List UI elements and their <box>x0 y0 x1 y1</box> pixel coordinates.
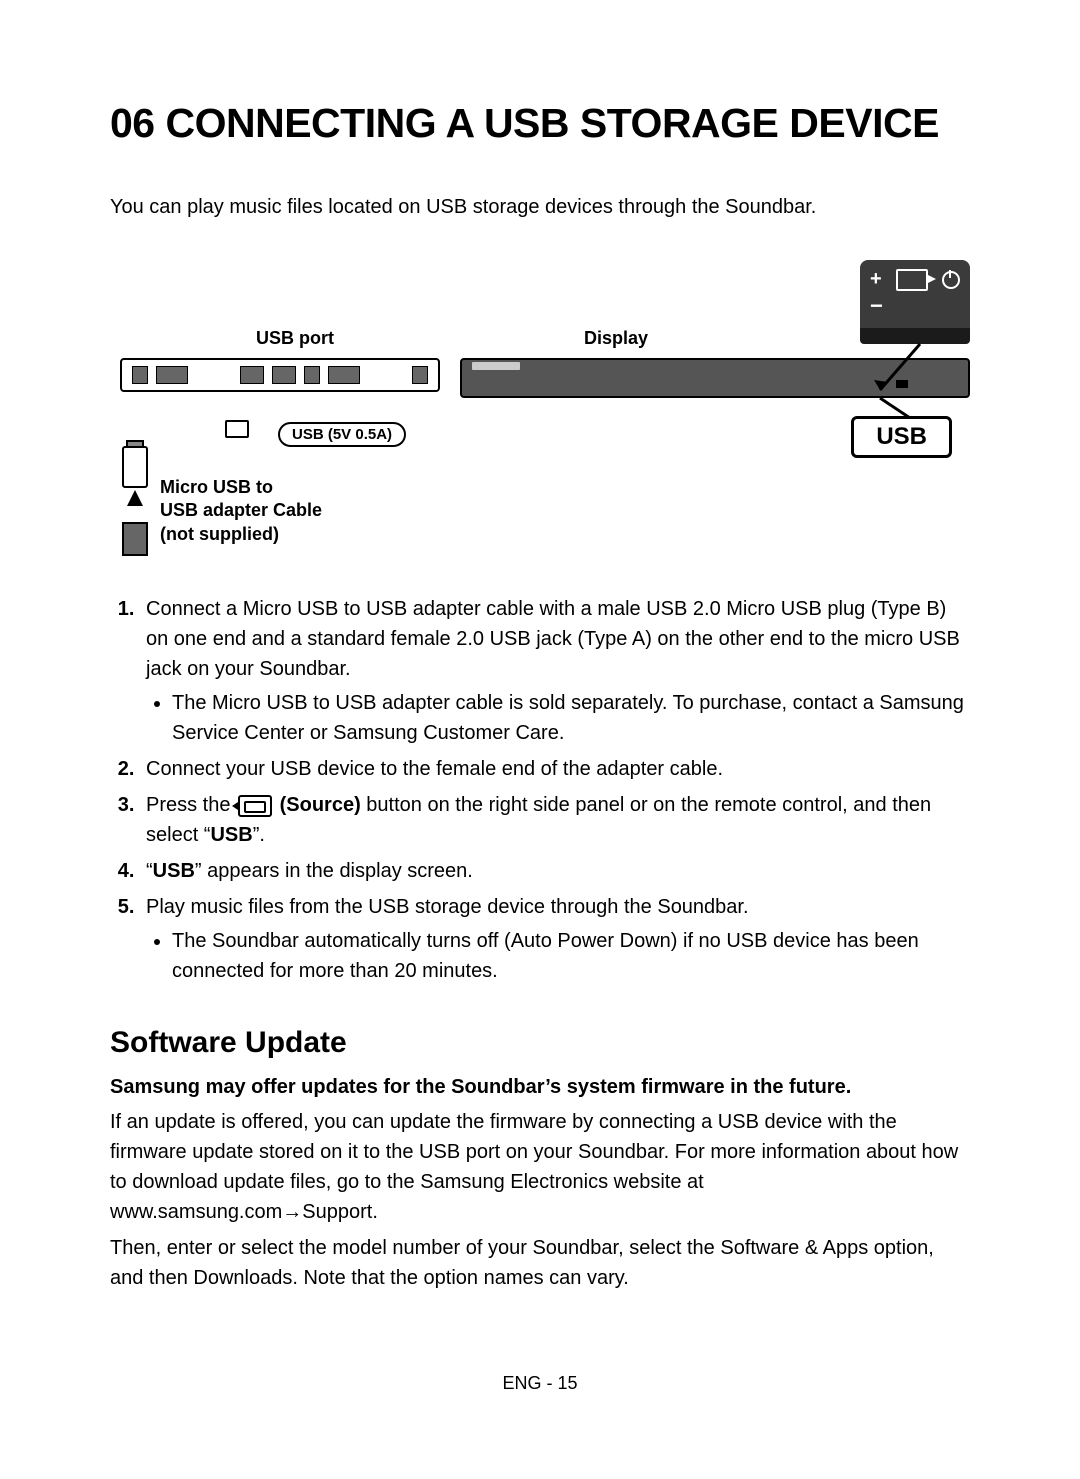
section-subheading: Samsung may offer updates for the Soundb… <box>110 1076 970 1099</box>
display-label: Display <box>584 328 648 349</box>
port-icon <box>272 366 296 384</box>
soundbar-bottom-illustration <box>120 358 440 392</box>
usb-bold: USB <box>153 860 195 882</box>
page-title: 06 CONNECTING A USB STORAGE DEVICE <box>110 100 970 147</box>
port-icon <box>304 366 320 384</box>
manual-page: 06 CONNECTING A USB STORAGE DEVICE You c… <box>0 0 1080 1454</box>
micro-usb-plug-icon <box>225 420 249 438</box>
volume-plus-icon: + <box>870 268 882 291</box>
usb-spec-badge: USB (5V 0.5A) <box>278 422 406 447</box>
usb-a-connector-icon <box>122 522 148 556</box>
source-icon <box>896 269 928 291</box>
step-text: ”. <box>253 824 265 846</box>
step-item: Press the (Source) button on the right s… <box>140 790 970 850</box>
step-item: “USB” appears in the display screen. <box>140 856 970 886</box>
cable-label-line: USB adapter Cable <box>160 500 322 520</box>
usb-bold: USB <box>210 824 252 846</box>
step-item: Connect a Micro USB to USB adapter cable… <box>140 594 970 748</box>
step-text: Play music files from the USB storage de… <box>146 896 749 918</box>
arrow-up-icon <box>127 490 143 506</box>
port-icon <box>156 366 188 384</box>
source-icon <box>238 795 272 817</box>
source-label: (Source) <box>274 794 361 816</box>
step-text: Connect a Micro USB to USB adapter cable… <box>146 598 960 680</box>
step-item: Connect your USB device to the female en… <box>140 754 970 784</box>
power-icon <box>942 271 960 289</box>
instruction-list: Connect a Micro USB to USB adapter cable… <box>110 594 970 986</box>
port-icon <box>328 366 360 384</box>
page-footer: ENG - 15 <box>110 1373 970 1394</box>
step-text: ” appears in the display screen. <box>195 860 473 882</box>
cable-label-line: Micro USB to <box>160 477 273 497</box>
control-panel-illustration: + − <box>860 260 970 344</box>
body-paragraph: If an update is offered, you can update … <box>110 1107 970 1227</box>
usb-flash-drive-icon <box>122 446 148 488</box>
intro-text: You can play music files located on USB … <box>110 193 970 222</box>
section-heading: Software Update <box>110 1026 970 1060</box>
step-item: Play music files from the USB storage de… <box>140 892 970 986</box>
usb-port-label: USB port <box>256 328 334 349</box>
sub-list: The Soundbar automatically turns off (Au… <box>146 926 970 986</box>
body-paragraph: Then, enter or select the model number o… <box>110 1233 970 1293</box>
step-text: “ <box>146 860 153 882</box>
port-icon <box>412 366 428 384</box>
sub-item: The Soundbar automatically turns off (Au… <box>172 926 970 986</box>
connection-diagram: USB port Display + − USB (5V 0.5A) <box>110 254 970 574</box>
port-icon <box>132 366 148 384</box>
sub-list: The Micro USB to USB adapter cable is so… <box>146 688 970 748</box>
cable-label: Micro USB to USB adapter Cable (not supp… <box>160 476 322 546</box>
step-text: Press the <box>146 794 236 816</box>
volume-minus-icon: − <box>870 293 960 319</box>
port-icon <box>240 366 264 384</box>
brand-mark-icon <box>472 362 520 370</box>
pointer-line-icon <box>840 342 960 432</box>
cable-label-line: (not supplied) <box>160 524 279 544</box>
sub-item: The Micro USB to USB adapter cable is so… <box>172 688 970 748</box>
